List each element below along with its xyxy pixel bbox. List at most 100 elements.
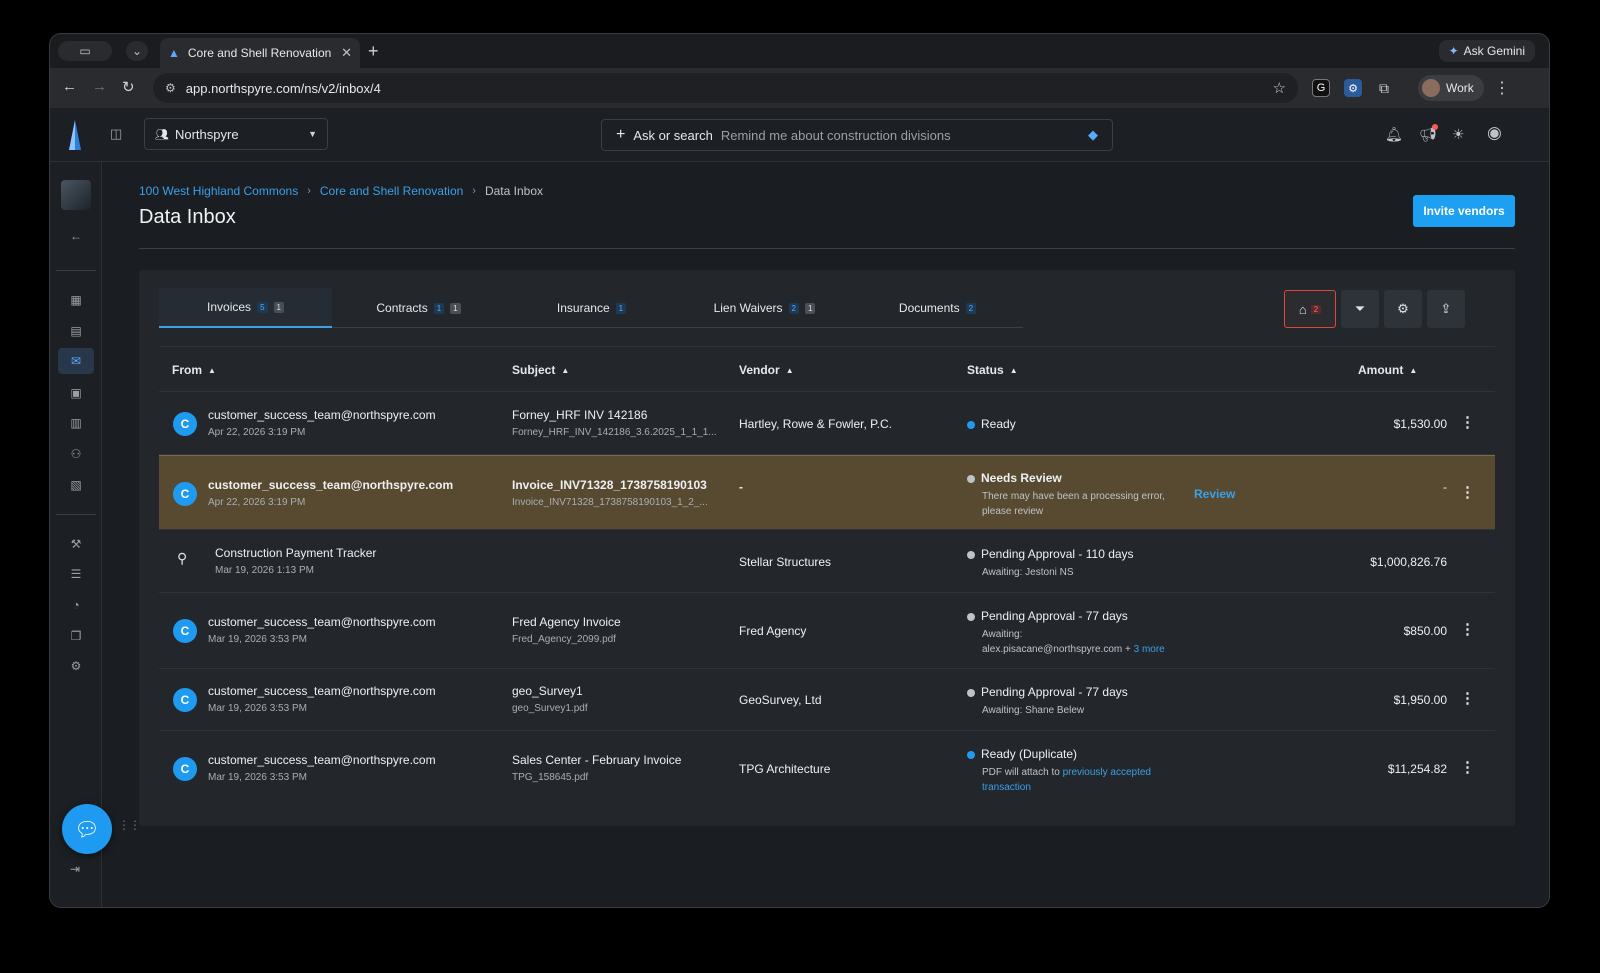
tab-label: Documents: [898, 301, 960, 315]
table-header: From ▲ Subject ▲ Vendor ▲ Status ▲ Amount ▲: [159, 346, 1495, 392]
row-actions-icon[interactable]: ⋮: [1460, 483, 1475, 501]
tab-insurance[interactable]: Insurance 1: [505, 288, 678, 328]
forward-arrow-icon[interactable]: →: [92, 78, 107, 95]
export-button[interactable]: ⇪: [1427, 290, 1465, 328]
money-icon[interactable]: ▣: [66, 383, 86, 403]
rail-divider: [56, 270, 96, 271]
amount-cell: $850.00: [1403, 624, 1447, 638]
column-amount[interactable]: Amount ▲: [1358, 363, 1417, 377]
breadcrumb-project[interactable]: 100 West Highland Commons: [139, 184, 298, 198]
chevron-right-icon: ›: [472, 185, 476, 197]
subject-text: Fred Agency Invoice: [512, 615, 621, 629]
vendor-filter-button[interactable]: ⌂ 2: [1284, 290, 1336, 328]
tab-list-chevron-icon[interactable]: ⌄: [126, 41, 148, 61]
column-from[interactable]: From ▲: [172, 363, 216, 377]
account-avatar-icon[interactable]: ◉: [1487, 123, 1502, 143]
extension-gear-icon[interactable]: ⚙: [1344, 79, 1362, 97]
table-row[interactable]: C customer_success_team@northspyre.com A…: [159, 455, 1495, 530]
table-row[interactable]: ⚲ Construction Payment Tracker Mar 19, 2…: [159, 530, 1495, 593]
file-name: geo_Survey1.pdf: [512, 703, 588, 714]
column-status[interactable]: Status ▲: [967, 363, 1018, 377]
invite-vendors-button[interactable]: Invite vendors: [1413, 195, 1515, 227]
status-text: Pending Approval - 77 days: [981, 685, 1128, 699]
breadcrumb-subproject[interactable]: Core and Shell Renovation: [320, 184, 463, 198]
theme-sun-icon[interactable]: ☀: [1452, 126, 1465, 143]
column-subject[interactable]: Subject ▲: [512, 363, 569, 377]
copy-icon[interactable]: ❐: [66, 626, 86, 646]
filter-button[interactable]: ⏷: [1341, 290, 1379, 328]
calendar-icon[interactable]: ▧: [66, 475, 86, 495]
dashboard-grid-icon[interactable]: ▦: [66, 290, 86, 310]
inbox-icon[interactable]: ✉: [58, 348, 94, 374]
toggle-sidebar-icon[interactable]: ◫: [110, 126, 122, 142]
settings-gear-icon[interactable]: ⚙: [66, 656, 86, 676]
status-detail: Awaiting: alex.pisacane@northspyre.com + …: [982, 627, 1207, 657]
subject-text: Forney_HRF INV 142186: [512, 408, 648, 422]
tab-lien-waivers[interactable]: Lien Waivers 2 1: [678, 288, 851, 328]
subject-cell: Fred Agency Invoice Fred_Agency_2099.pdf: [512, 615, 717, 645]
back-arrow-icon[interactable]: ←: [66, 226, 86, 246]
row-actions-icon[interactable]: ⋮: [1460, 689, 1475, 707]
document-icon[interactable]: ▤: [66, 321, 86, 341]
table-row[interactable]: C customer_success_team@northspyre.com M…: [159, 731, 1495, 807]
browser-tab[interactable]: ▲ Core and Shell Renovation | D ✕: [160, 38, 360, 68]
site-settings-icon[interactable]: ⚙: [165, 81, 176, 95]
breadcrumb: 100 West Highland Commons › Core and She…: [139, 184, 543, 198]
table-row[interactable]: C customer_success_team@northspyre.com A…: [159, 392, 1495, 455]
tab-label: Invoices: [207, 300, 252, 314]
settings-button[interactable]: ⚙: [1384, 290, 1422, 328]
table-row[interactable]: C customer_success_team@northspyre.com M…: [159, 593, 1495, 669]
grammarly-extension-icon[interactable]: G: [1312, 79, 1330, 97]
bookmark-star-icon[interactable]: ☆: [1273, 79, 1286, 97]
reload-icon[interactable]: ↻: [122, 78, 135, 96]
organization-label: Northspyre: [174, 126, 239, 142]
status-detail: PDF will attach to previously accepted t…: [982, 765, 1177, 795]
notifications-bell-icon[interactable]: 🔔︎: [1385, 126, 1403, 143]
received-date: Apr 22, 2026 3:19 PM: [208, 427, 306, 438]
list-icon[interactable]: ☰: [66, 564, 86, 584]
back-arrow-icon[interactable]: ←: [62, 78, 77, 95]
gear-icon: ⚙: [1397, 301, 1409, 316]
table-row[interactable]: C customer_success_team@northspyre.com M…: [159, 669, 1495, 731]
gemini-spark-icon: ✦: [1448, 44, 1459, 58]
row-actions-icon[interactable]: ⋮: [1460, 413, 1475, 431]
file-name: Forney_HRF_INV_142186_3.6.2025_1_1_1...: [512, 427, 717, 438]
browser-profile-button[interactable]: Work: [1418, 75, 1484, 101]
tab-contracts[interactable]: Contracts 1 1: [332, 288, 505, 328]
chat-bubble-icon: 💬︎: [74, 818, 100, 841]
subject-cell: Invoice_INV71328_1738758190103 Invoice_I…: [512, 478, 717, 508]
ask-gemini-button[interactable]: ✦ Ask Gemini: [1438, 40, 1535, 62]
new-tab-button[interactable]: +: [368, 42, 379, 60]
from-email: customer_success_team@northspyre.com: [208, 684, 436, 698]
expand-rail-icon[interactable]: ⇥: [70, 862, 80, 876]
column-vendor[interactable]: Vendor ▲: [739, 363, 794, 377]
project-thumbnail[interactable]: [61, 180, 91, 210]
address-bar[interactable]: ⚙ app.northspyre.com/ns/v2/inbox/4 ☆: [153, 73, 1298, 103]
review-link[interactable]: Review: [1194, 487, 1235, 501]
ask-search-bar[interactable]: + Ask or search Remind me about construc…: [601, 119, 1113, 151]
northspyre-logo-icon[interactable]: [68, 120, 82, 150]
column-label: Amount: [1358, 363, 1404, 377]
status-detail: There may have been a processing error, …: [982, 491, 1165, 517]
extensions-puzzle-icon[interactable]: ⧉: [1375, 79, 1393, 97]
status-text: Needs Review: [981, 471, 1062, 485]
row-actions-icon[interactable]: ⋮: [1460, 758, 1475, 776]
people-icon[interactable]: ⚇: [66, 444, 86, 464]
browser-menu-icon[interactable]: ⋮: [1494, 78, 1510, 98]
tab-count-badge: 1: [450, 302, 461, 314]
sender-avatar: C: [173, 757, 197, 781]
reports-pie-icon[interactable]: ◔: [66, 595, 86, 615]
tools-icon[interactable]: ⚒: [66, 534, 86, 554]
tab-search-icon[interactable]: ▭: [58, 41, 112, 61]
person-icon: ⚲: [177, 550, 188, 566]
organization-select[interactable]: 👥︎ Northspyre ▼: [144, 118, 328, 150]
archive-icon[interactable]: ▥: [66, 413, 86, 433]
chevron-right-icon: ›: [307, 185, 311, 197]
sort-up-icon: ▲: [785, 365, 794, 375]
tab-invoices[interactable]: Invoices 5 1: [159, 288, 332, 328]
close-tab-icon[interactable]: ✕: [341, 45, 352, 61]
more-approvers-link[interactable]: 3 more: [1134, 644, 1165, 655]
row-actions-icon[interactable]: ⋮: [1460, 620, 1475, 638]
tab-documents[interactable]: Documents 2: [851, 288, 1024, 328]
from-cell: customer_success_team@northspyre.com Apr…: [208, 478, 498, 508]
